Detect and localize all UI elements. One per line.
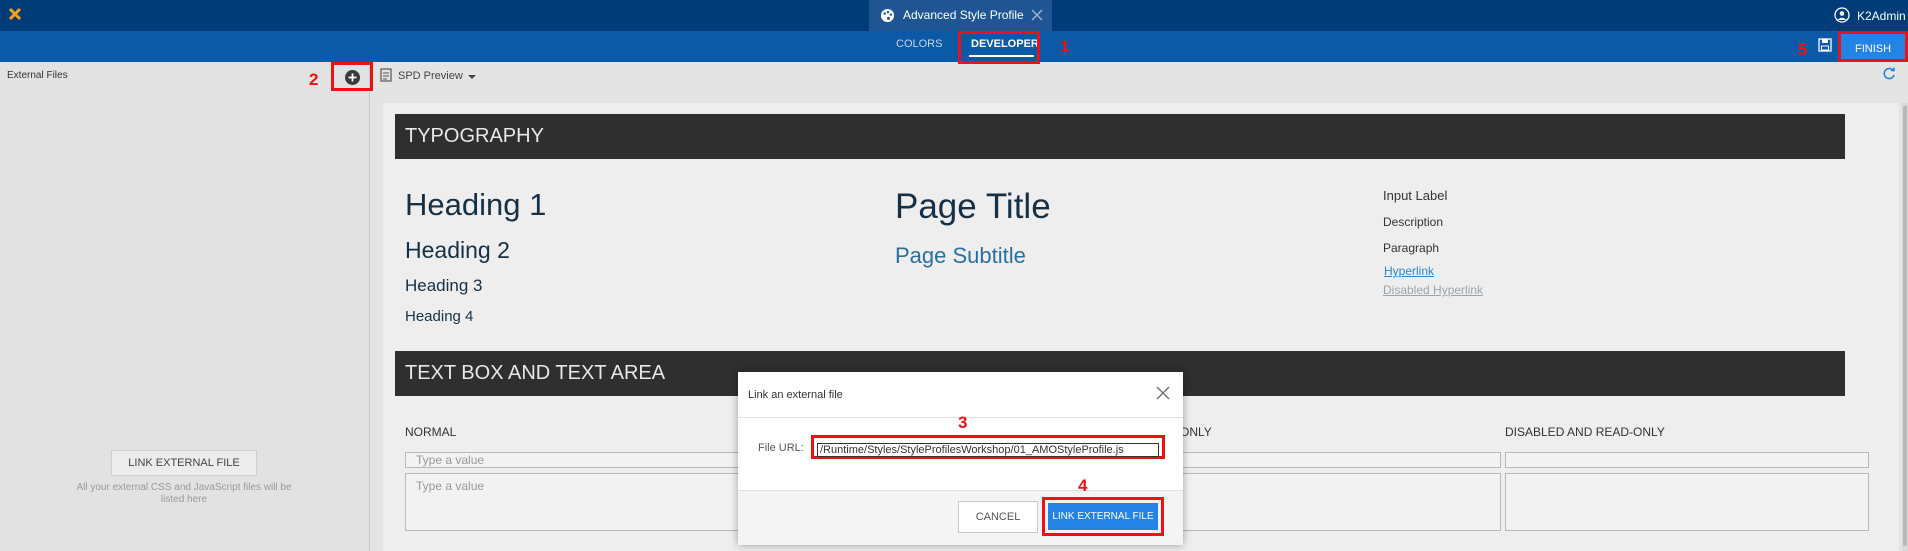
link-external-file-button[interactable]: LINK EXTERNAL FILE [111, 450, 257, 476]
link-external-file-submit-button[interactable]: LINK EXTERNAL FILE [1048, 503, 1158, 530]
annotation-5: 5 [1798, 40, 1808, 59]
chevron-down-icon[interactable] [468, 75, 476, 79]
add-file-button[interactable] [331, 62, 373, 91]
user-icon[interactable] [1834, 7, 1850, 23]
text-box-normal[interactable]: Type a value [405, 452, 740, 468]
description-sample: Description [1383, 215, 1444, 229]
plus-circle-icon [345, 70, 360, 85]
annotation-2: 2 [309, 70, 319, 89]
text-area-disabled [1505, 473, 1869, 531]
dialog-footer: CANCEL LINK EXTERNAL FILE [738, 490, 1183, 545]
refresh-icon[interactable] [1882, 67, 1896, 81]
dialog-title: Link an external file [748, 389, 843, 401]
user-name[interactable]: K2Admin [1857, 9, 1906, 23]
close-tab-icon[interactable] [1029, 7, 1045, 23]
annotation-3: 3 [958, 413, 968, 432]
cancel-button[interactable]: CANCEL [958, 501, 1038, 533]
heading-3-sample: Heading 3 [405, 276, 483, 295]
tab-colors[interactable]: COLORS [896, 38, 942, 50]
heading-4-sample: Heading 4 [405, 308, 474, 325]
text-box-disabled [1505, 452, 1869, 468]
save-icon[interactable] [1818, 38, 1832, 52]
disabled-hyperlink-sample: Disabled Hyperlink [1383, 283, 1484, 297]
file-url-highlight [811, 435, 1165, 459]
link-external-file-dialog: Link an external file File URL: CANCEL L… [738, 372, 1183, 545]
column-disabled: DISABLED AND READ-ONLY [1505, 425, 1665, 439]
column-read-only: ONLY [1180, 425, 1212, 439]
text-area-read-only [1180, 473, 1501, 531]
scrollbar-thumb[interactable] [1903, 106, 1907, 546]
annotation-1: 1 [1060, 37, 1070, 56]
file-url-label: File URL: [758, 442, 804, 454]
paragraph-sample: Paragraph [1383, 241, 1440, 255]
hyperlink-sample[interactable]: Hyperlink [1384, 264, 1434, 278]
k2-logo-icon [8, 7, 22, 21]
link-button-highlight: LINK EXTERNAL FILE [1042, 497, 1164, 536]
top-bar: Advanced Style Profile K2Admin [0, 0, 1908, 31]
heading-2-sample: Heading 2 [405, 237, 510, 263]
tab-bar: COLORS DEVELOPER FINISH [0, 31, 1908, 62]
panel-title: External Files [7, 70, 68, 81]
input-label-sample: Input Label [1383, 188, 1448, 203]
text-area-normal[interactable]: Type a value [405, 473, 740, 531]
preview-dropdown[interactable]: SPD Preview [398, 70, 463, 82]
close-icon[interactable] [1155, 385, 1171, 401]
heading-1-sample: Heading 1 [405, 187, 547, 222]
section-typography: TYPOGRAPHY [395, 114, 1845, 159]
column-normal: NORMAL [405, 425, 457, 439]
file-url-input[interactable] [817, 443, 1159, 457]
dialog-header: Link an external file [738, 372, 1183, 418]
highlight-developer-tab [958, 31, 1040, 64]
preview-icon [380, 68, 392, 82]
window-title-tab[interactable]: Advanced Style Profile [869, 0, 1052, 31]
page-title-sample: Page Title [895, 187, 1051, 226]
panel-help-text: All your external CSS and JavaScript fil… [76, 482, 292, 505]
palette-icon [880, 8, 895, 23]
text-box-read-only [1180, 452, 1501, 468]
finish-button[interactable]: FINISH [1838, 31, 1908, 62]
page-subtitle-sample: Page Subtitle [895, 243, 1026, 268]
window-title: Advanced Style Profile [903, 8, 1024, 22]
external-files-panel: External Files LINK EXTERNAL FILE All yo… [0, 62, 373, 551]
annotation-4: 4 [1078, 476, 1088, 495]
